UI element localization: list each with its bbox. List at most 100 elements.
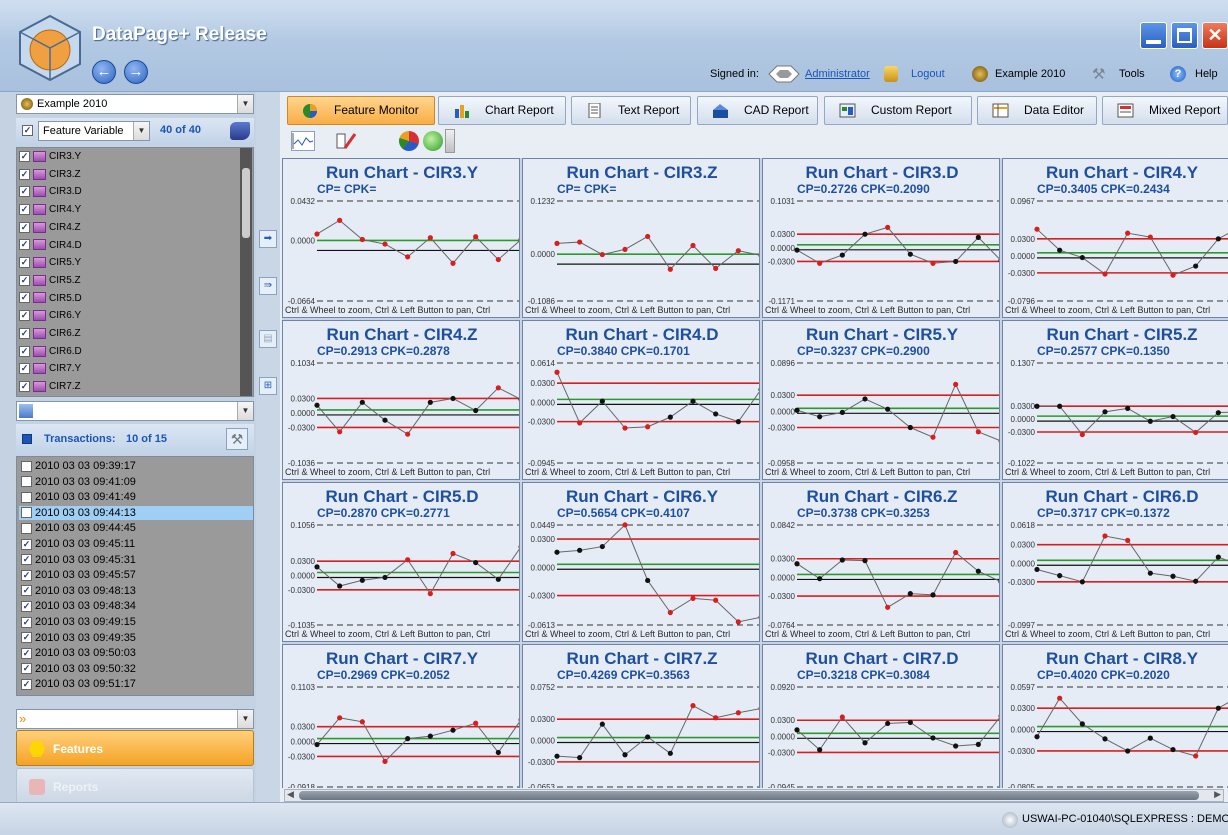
tab-data-editor[interactable]: Data Editor — [977, 96, 1097, 125]
transaction-checkbox[interactable]: ✓ — [21, 663, 32, 675]
transaction-row[interactable]: ✓ 2010 03 03 09:48:34 — [19, 599, 253, 613]
transaction-row[interactable]: 2010 03 03 09:41:49 — [19, 490, 253, 504]
select-all-checkbox[interactable]: ✓ — [22, 125, 33, 136]
transaction-checkbox[interactable]: ✓ — [21, 678, 32, 690]
features-nav-button[interactable]: Features — [16, 730, 254, 766]
maximize-button[interactable] — [1171, 22, 1198, 49]
feature-row[interactable]: ✓ CIR7.Y — [19, 360, 81, 378]
run-chart[interactable]: 0.1103 -0.0918 0.0300 0.0000 -0.0300 Run Char… — [282, 644, 520, 788]
run-chart-icon[interactable] — [291, 131, 315, 151]
transaction-checkbox[interactable]: ✓ — [21, 616, 32, 628]
transaction-checkbox[interactable]: ✓ — [21, 585, 32, 597]
transaction-checkbox[interactable] — [21, 522, 32, 534]
run-chart[interactable]: 0.0614 -0.0945 0.0300 0.0000 -0.0300 Run Char… — [522, 320, 760, 480]
transaction-checkbox[interactable] — [21, 460, 32, 472]
hierarchy-icon[interactable]: ⊞ — [259, 377, 277, 395]
feature-row[interactable]: ✓ CIR6.D — [19, 343, 82, 361]
database-select[interactable]: Example 2010 ▼ — [16, 94, 254, 114]
chevron-down-icon[interactable]: ▼ — [237, 402, 253, 420]
transaction-checkbox[interactable]: ✓ — [21, 647, 32, 659]
feature-list[interactable]: ✓ CIR3.Y ✓ CIR3.Z ✓ CIR3.D ✓ CIR4.Y ✓ CIR4.Z ✓ CIR4… — [16, 147, 254, 397]
transaction-row[interactable]: 2010 03 03 09:44:45 — [19, 521, 253, 535]
run-chart[interactable]: 0.1232 -0.1086 0.0000 Run Chart - CIR3.Z CP=… — [522, 158, 760, 318]
feature-checkbox[interactable]: ✓ — [19, 292, 30, 304]
feature-map-icon[interactable] — [230, 122, 250, 140]
tools-link[interactable]: Tools — [1119, 68, 1145, 80]
move-icon[interactable]: ⇛ — [259, 277, 277, 295]
feature-row[interactable]: ✓ CIR3.Z — [19, 166, 81, 184]
chevron-down-icon[interactable]: ▼ — [237, 710, 253, 728]
feature-filter-select[interactable]: Feature Variable ▼ — [38, 121, 150, 141]
reports-nav-button[interactable]: Reports — [16, 768, 254, 804]
database-name[interactable]: Example 2010 — [995, 68, 1065, 80]
feature-checkbox[interactable]: ✓ — [19, 221, 30, 233]
transaction-checkbox[interactable]: ✓ — [21, 600, 32, 612]
feature-checkbox[interactable]: ✓ — [19, 310, 30, 322]
transaction-row[interactable]: ✓ 2010 03 03 09:49:15 — [19, 615, 253, 629]
transaction-row[interactable]: 2010 03 03 09:41:09 — [19, 475, 253, 489]
run-chart[interactable]: 0.1307 -0.1022 0.0300 0.0000 -0.0300 Run Char… — [1002, 320, 1228, 480]
user-link[interactable]: Administrator — [805, 68, 870, 80]
feature-row[interactable]: ✓ CIR4.Z — [19, 219, 81, 237]
run-chart[interactable]: 0.0618 -0.0997 0.0300 0.0000 -0.0300 Run Char… — [1002, 482, 1228, 642]
tab-chart-report[interactable]: Chart Report — [438, 96, 566, 125]
run-chart[interactable]: 0.1034 -0.1036 0.0300 0.0000 -0.0300 Run Char… — [282, 320, 520, 480]
feature-list-scrollbar[interactable] — [240, 148, 252, 396]
feature-row[interactable]: ✓ CIR7.Z — [19, 378, 81, 396]
transaction-row[interactable]: ✓ 2010 03 03 09:45:57 — [19, 568, 253, 582]
feature-checkbox[interactable]: ✓ — [19, 186, 30, 198]
feature-checkbox[interactable]: ✓ — [19, 257, 30, 269]
transaction-checkbox[interactable] — [21, 507, 32, 519]
transaction-list[interactable]: 2010 03 03 09:39:17 2010 03 03 09:41:09 20… — [16, 456, 254, 696]
feature-row[interactable]: ✓ CIR3.D — [19, 183, 82, 201]
feature-row[interactable]: ✓ CIR4.Y — [19, 201, 81, 219]
run-chart[interactable]: 0.0432 -0.0664 0.0000 Run Chart - CIR3.Y CP=… — [282, 158, 520, 318]
scrollbar-thumb[interactable] — [299, 791, 1199, 800]
transaction-row[interactable]: ✓ 2010 03 03 09:45:31 — [19, 553, 253, 567]
pie-chart-icon[interactable] — [399, 131, 419, 151]
chevron-down-icon[interactable]: ▼ — [133, 122, 149, 140]
transaction-row[interactable]: ✓ 2010 03 03 09:45:11 — [19, 537, 253, 551]
tools-icon[interactable]: ⚒ — [226, 428, 248, 450]
run-chart[interactable]: 0.1031 -0.1171 0.0300 0.0000 -0.0300 Run Char… — [762, 158, 1000, 318]
help-link[interactable]: Help — [1195, 68, 1218, 80]
group-select[interactable]: ▼ — [16, 401, 254, 421]
transaction-checkbox[interactable] — [21, 476, 32, 488]
feature-row[interactable]: ✓ CIR3.Y — [19, 148, 81, 166]
transaction-checkbox[interactable]: ✓ — [21, 554, 32, 566]
tab-custom-report[interactable]: Custom Report — [824, 96, 972, 125]
tab-text-report[interactable]: Text Report — [571, 96, 691, 125]
disabled-tool-icon[interactable]: ▤ — [259, 330, 277, 348]
feature-checkbox[interactable]: ✓ — [19, 345, 30, 357]
run-chart[interactable]: 0.0842 -0.0764 0.0300 0.0000 -0.0300 Run Char… — [762, 482, 1000, 642]
feature-row[interactable]: ✓ CIR6.Y — [19, 307, 81, 325]
minimize-button[interactable] — [1140, 22, 1167, 49]
feature-checkbox[interactable]: ✓ — [19, 168, 30, 180]
transaction-checkbox[interactable] — [21, 491, 32, 503]
logout-link[interactable]: Logout — [911, 68, 945, 80]
run-chart[interactable]: 0.0967 -0.0796 0.0300 0.0000 -0.0300 Run Char… — [1002, 158, 1228, 318]
run-chart[interactable]: 0.0597 -0.0805 0.0300 0.0000 -0.0300 Run Char… — [1002, 644, 1228, 788]
back-arrow-icon[interactable]: ← — [92, 60, 116, 84]
tab-feature-monitor[interactable]: Feature Monitor — [287, 96, 435, 125]
toolbar-overflow-button[interactable] — [445, 129, 455, 153]
run-chart[interactable]: 0.0449 -0.0613 0.0300 0.0000 -0.0300 Run Char… — [522, 482, 760, 642]
feature-row[interactable]: ✓ CIR6.Z — [19, 325, 81, 343]
feature-row[interactable]: ✓ CIR4.D — [19, 237, 82, 255]
transaction-row[interactable]: 2010 03 03 09:39:17 — [19, 459, 253, 473]
feature-row[interactable]: ✓ CIR5.Y — [19, 254, 81, 272]
close-button[interactable]: ✕ — [1202, 22, 1228, 49]
feature-checkbox[interactable]: ✓ — [19, 327, 30, 339]
navigation-select[interactable]: » ▼ — [16, 709, 254, 729]
forward-arrow-icon[interactable]: → — [124, 60, 148, 84]
refresh-icon[interactable] — [423, 131, 443, 151]
transaction-row[interactable]: ✓ 2010 03 03 09:48:13 — [19, 584, 253, 598]
transaction-row[interactable]: ✓ 2010 03 03 09:50:03 — [19, 646, 253, 660]
edit-icon[interactable] — [335, 130, 359, 152]
run-chart[interactable]: 0.0896 -0.0958 0.0300 0.0000 -0.0300 Run Char… — [762, 320, 1000, 480]
run-chart[interactable]: 0.0752 -0.0653 0.0300 0.0000 -0.0300 Run Char… — [522, 644, 760, 788]
feature-checkbox[interactable]: ✓ — [19, 150, 30, 162]
tab-cad-report[interactable]: CAD Report — [697, 96, 818, 125]
feature-checkbox[interactable]: ✓ — [19, 363, 30, 375]
feature-row[interactable]: ✓ CIR5.Z — [19, 272, 81, 290]
